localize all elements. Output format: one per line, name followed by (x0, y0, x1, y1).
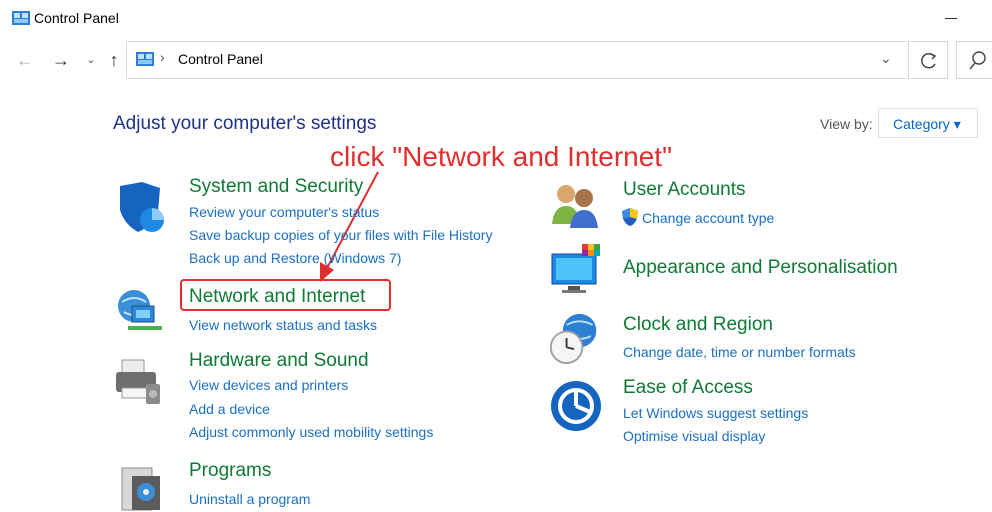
back-arrow-icon[interactable]: ← (14, 48, 36, 72)
link-file-history[interactable]: Save backup copies of your files with Fi… (189, 227, 492, 243)
category-clock-region[interactable]: Clock and Region (623, 314, 773, 336)
control-panel-icon (12, 11, 30, 25)
programs-icon (121, 467, 160, 511)
window-title: Control Panel (34, 10, 119, 26)
monitor-palette-icon (551, 244, 600, 293)
category-system-security[interactable]: System and Security (189, 176, 363, 198)
link-backup-restore[interactable]: Back up and Restore (Windows 7) (189, 250, 401, 266)
link-devices-printers[interactable]: View devices and printers (189, 377, 348, 393)
printer-icon (116, 359, 160, 404)
address-dropdown-icon[interactable]: ⌄ (880, 50, 892, 67)
recent-dropdown-icon[interactable]: ⌄ (84, 48, 98, 72)
link-uninstall-program[interactable]: Uninstall a program (189, 491, 310, 507)
refresh-button[interactable] (908, 41, 948, 79)
minimize-button[interactable] (936, 8, 966, 28)
control-panel-icon (136, 52, 154, 66)
title-bar: Control Panel (0, 0, 992, 36)
clock-globe-icon (549, 313, 597, 364)
view-by-label: View by: (820, 116, 873, 132)
page-heading: Adjust your computer's settings (113, 113, 377, 134)
link-windows-suggest[interactable]: Let Windows suggest settings (623, 405, 808, 421)
link-add-device[interactable]: Add a device (189, 401, 270, 417)
category-network-internet[interactable]: Network and Internet (189, 286, 365, 308)
security-shield-icon (120, 182, 164, 232)
link-optimise-display[interactable]: Optimise visual display (623, 428, 765, 444)
breadcrumb-chevron-icon: › (160, 49, 165, 65)
users-icon (552, 185, 598, 228)
search-icon (969, 51, 986, 70)
category-appearance[interactable]: Appearance and Personalisation (623, 257, 898, 279)
forward-arrow-icon[interactable]: → (50, 48, 72, 72)
up-arrow-icon[interactable]: ↑ (104, 48, 124, 72)
uac-shield-icon (622, 208, 638, 226)
breadcrumb[interactable]: Control Panel (178, 51, 263, 67)
category-hardware-sound[interactable]: Hardware and Sound (189, 350, 369, 372)
category-programs[interactable]: Programs (189, 460, 271, 482)
link-change-account-type[interactable]: Change account type (642, 210, 774, 226)
link-review-status[interactable]: Review your computer's status (189, 204, 379, 220)
category-ease-of-access[interactable]: Ease of Access (623, 377, 753, 399)
link-date-time-formats[interactable]: Change date, time or number formats (623, 344, 856, 360)
ease-of-access-icon (551, 381, 601, 431)
link-mobility-settings[interactable]: Adjust commonly used mobility settings (189, 424, 433, 440)
network-globe-icon (118, 290, 162, 330)
view-by-dropdown[interactable]: Category ▾ (878, 108, 978, 138)
category-user-accounts[interactable]: User Accounts (623, 179, 746, 201)
link-network-status[interactable]: View network status and tasks (189, 317, 377, 333)
refresh-icon (921, 52, 937, 69)
search-box[interactable] (956, 41, 992, 79)
instruction-annotation: click "Network and Internet" (330, 141, 673, 172)
